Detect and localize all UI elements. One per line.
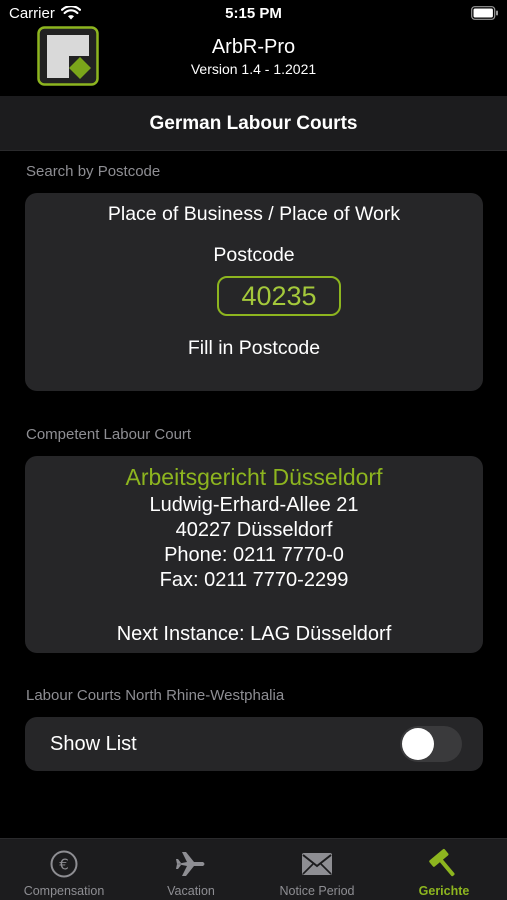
page-title: German Labour Courts: [149, 113, 358, 134]
app-header: ArbR-Pro Version 1.4 - 1.2021: [0, 26, 507, 96]
court-phone[interactable]: Phone: 0211 7770-0: [25, 544, 483, 567]
airplane-icon: [128, 848, 254, 880]
postcode-label: Postcode: [213, 244, 295, 266]
place-label: Place of Business / Place of Work: [107, 203, 401, 225]
court-next-instance: Next Instance: LAG Düsseldorf: [116, 623, 392, 645]
show-list-label: Show List: [50, 733, 137, 755]
envelope-icon: [254, 848, 380, 880]
clock: 5:15 PM: [225, 5, 282, 22]
euro-coin-icon: €: [1, 848, 127, 880]
postcode-search-card: Place of Business / Place of Work Postco…: [25, 193, 483, 391]
court-name: Arbeitsgericht Düsseldorf: [125, 464, 383, 490]
court-street: Ludwig-Erhard-Allee 21: [149, 494, 359, 516]
svg-text:€: €: [59, 856, 69, 874]
list-section-header: Labour Courts North Rhine-Westphalia: [26, 687, 285, 704]
court-section-header: Competent Labour Court: [26, 426, 192, 443]
postcode-field[interactable]: 40235: [217, 276, 341, 316]
fill-in-postcode-button[interactable]: Fill in Postcode: [25, 337, 483, 360]
show-list-row: Show List: [25, 717, 483, 771]
search-section-header: Search by Postcode: [26, 163, 161, 180]
tab-label: Gerichte: [418, 884, 470, 898]
tab-bar: € Compensation Vacation Notice Period Ge…: [0, 838, 507, 900]
tab-vacation[interactable]: Vacation: [128, 839, 254, 900]
tab-label: Compensation: [23, 884, 105, 898]
battery-icon: [471, 6, 499, 25]
show-list-toggle[interactable]: [400, 726, 462, 762]
court-fax: Fax: 0211 7770-2299: [159, 569, 349, 591]
court-card: Arbeitsgericht Düsseldorf Ludwig-Erhard-…: [25, 456, 483, 653]
hammer-icon: [381, 848, 507, 880]
navigation-bar: German Labour Courts: [0, 96, 507, 151]
toggle-knob: [402, 728, 434, 760]
tab-label: Vacation: [167, 884, 215, 898]
court-city: 40227 Düsseldorf: [175, 519, 333, 541]
tab-compensation[interactable]: € Compensation: [1, 839, 127, 900]
app-version: Version 1.4 - 1.2021: [190, 61, 317, 77]
status-bar: Carrier 5:15 PM: [0, 0, 507, 26]
tab-notice-period[interactable]: Notice Period: [254, 839, 380, 900]
app-title: ArbR-Pro: [211, 36, 296, 58]
tab-gerichte[interactable]: Gerichte: [381, 839, 507, 900]
tab-label: Notice Period: [279, 884, 355, 898]
